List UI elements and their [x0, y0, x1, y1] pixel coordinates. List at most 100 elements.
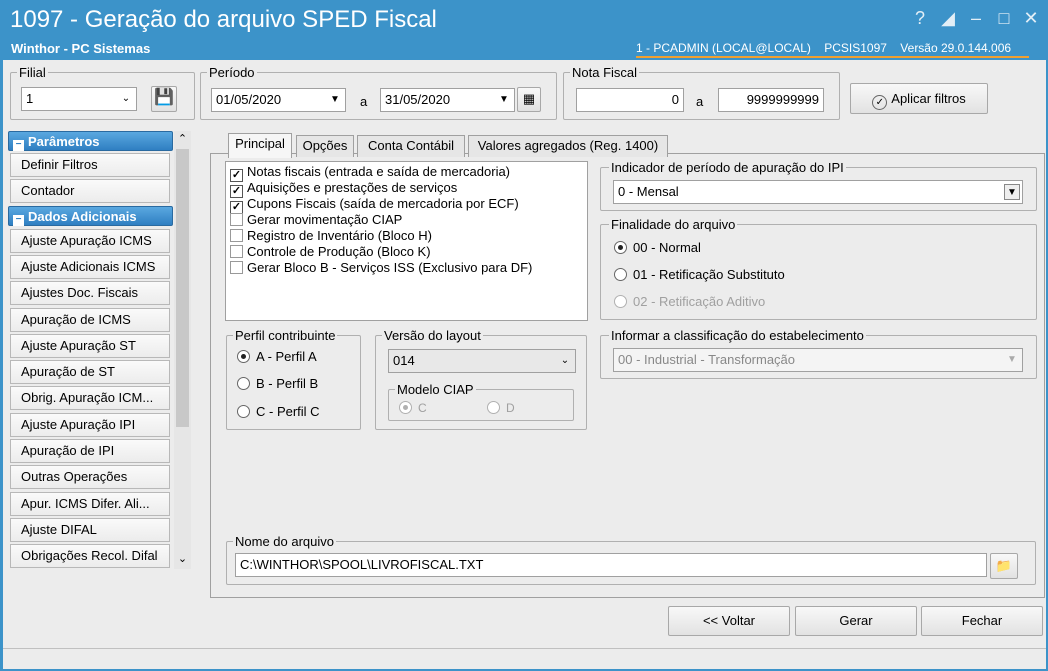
sidebar-item[interactable]: Apur. ICMS Difer. Ali...	[10, 492, 170, 516]
sidebar-item[interactable]: Outras Operações	[10, 465, 170, 489]
dropdown-arrow-icon[interactable]: ▼	[1004, 184, 1020, 200]
sidebar-item[interactable]: Ajuste DIFAL	[10, 518, 170, 542]
radio-selected-icon[interactable]	[237, 350, 250, 363]
checklist-item[interactable]: Gerar movimentação CIAP	[230, 212, 402, 228]
sidebar-section-label: Parâmetros	[28, 134, 100, 149]
status-bar	[3, 648, 1046, 669]
session-underline	[636, 56, 1030, 58]
close-icon[interactable]: ✕	[1021, 8, 1041, 28]
fechar-button[interactable]: Fechar	[921, 606, 1043, 636]
periodo-end-date[interactable]: 31/05/2020 ▼	[380, 88, 515, 112]
radio-icon[interactable]	[614, 268, 627, 281]
finalidade-option-retificacao-substituto[interactable]: 01 - Retificação Substituto	[614, 267, 785, 282]
radio-disabled-icon	[399, 401, 412, 414]
perfil-option-c[interactable]: C - Perfil C	[237, 404, 320, 419]
session-info: 1 - PCADMIN (LOCAL@LOCAL) PCSIS1097 Vers…	[636, 41, 1030, 58]
finalidade-option-retificacao-aditivo: 02 - Retificação Aditivo	[614, 294, 765, 309]
sidebar-item[interactable]: Obrig. Apuração ICM...	[10, 386, 170, 410]
classificacao-value: 00 - Industrial - Transformação	[618, 352, 796, 367]
checklist-item[interactable]: Controle de Produção (Bloco K)	[230, 244, 431, 260]
sidebar-item-definir-filtros[interactable]: Definir Filtros	[10, 153, 170, 177]
collapse-icon: −	[13, 140, 24, 151]
tab-principal[interactable]: Principal	[228, 133, 292, 158]
sidebar-item[interactable]: Apuração de ST	[10, 360, 170, 384]
scroll-down-icon[interactable]: ⌄	[174, 551, 191, 567]
radio-selected-icon[interactable]	[614, 241, 627, 254]
chevron-down-icon: ⌄	[560, 355, 570, 366]
scroll-thumb[interactable]	[176, 149, 189, 427]
sidebar-item[interactable]: Ajuste Apuração ICMS	[10, 229, 170, 253]
perfil-option-a[interactable]: A - Perfil A	[237, 349, 317, 364]
classificacao-select: 00 - Industrial - Transformação ▼	[613, 348, 1023, 372]
sidebar-section-label: Dados Adicionais	[28, 209, 137, 224]
check-circle-icon: ✓	[872, 95, 888, 110]
ipi-label: Indicador de período de apuração do IPI	[609, 160, 846, 175]
filial-value: 1	[26, 91, 34, 106]
filial-select[interactable]: 1 ⌄	[21, 87, 137, 111]
nota-start-input[interactable]: 0	[576, 88, 684, 112]
sidebar-item[interactable]: Ajuste Apuração IPI	[10, 413, 170, 437]
sidebar-item[interactable]: Apuração de IPI	[10, 439, 170, 463]
calendar-icon[interactable]: ▦	[517, 87, 541, 112]
checkbox-icon[interactable]	[230, 229, 243, 242]
save-icon[interactable]: 💾	[151, 86, 177, 112]
tab-opcoes[interactable]: Opções	[296, 135, 354, 157]
dropdown-arrow-icon[interactable]: ▼	[327, 92, 343, 108]
scroll-up-icon[interactable]: ⌃	[174, 131, 191, 147]
company-name: Winthor - PC Sistemas	[11, 41, 151, 56]
layout-select[interactable]: 014 ⌄	[388, 349, 576, 373]
maximize-icon[interactable]: □	[994, 8, 1014, 28]
checkbox-icon[interactable]	[230, 261, 243, 274]
radio-icon[interactable]	[237, 377, 250, 390]
sidebar-scrollbar[interactable]: ⌃ ⌄	[174, 131, 191, 569]
ipi-select[interactable]: 0 - Mensal ▼	[613, 180, 1023, 204]
sidebar-section-dados-adicionais[interactable]: − Dados Adicionais	[8, 206, 173, 226]
gerar-button[interactable]: Gerar	[795, 606, 917, 636]
sidebar-item[interactable]: Ajuste Apuração ST	[10, 334, 170, 358]
checkbox-icon[interactable]	[230, 245, 243, 258]
periodo-start-date[interactable]: 01/05/2020 ▼	[211, 88, 346, 112]
checklist-item[interactable]: ✓ Cupons Fiscais (saída de mercadoria por…	[230, 196, 519, 214]
sidebar-item-contador[interactable]: Contador	[10, 179, 170, 203]
perfil-option-b[interactable]: B - Perfil B	[237, 376, 318, 391]
checklist-item[interactable]: Gerar Bloco B - Serviços ISS (Exclusivo …	[230, 260, 532, 276]
sidebar-item[interactable]: Ajustes Doc. Fiscais	[10, 281, 170, 305]
nota-fiscal-label: Nota Fiscal	[570, 65, 640, 80]
nota-end-input[interactable]: 9999999999	[718, 88, 824, 112]
collapse-icon: −	[13, 215, 24, 226]
periodo-separator: a	[360, 94, 368, 109]
checklist-item[interactable]: ✓ Notas fiscais (entrada e saída de merca…	[230, 164, 510, 182]
sidebar-section-parametros[interactable]: − Parâmetros	[8, 131, 173, 151]
version-info: Versão 29.0.144.006	[900, 41, 1012, 55]
help-icon[interactable]: ?	[910, 8, 930, 28]
tab-valores-agregados[interactable]: Valores agregados (Reg. 1400)	[468, 135, 668, 157]
checklist-item[interactable]: Registro de Inventário (Bloco H)	[230, 228, 432, 244]
ciap-option-d: D	[487, 401, 515, 415]
folder-icon[interactable]: 📁	[990, 553, 1018, 579]
checkbox-icon[interactable]	[230, 213, 243, 226]
arquivo-label: Nome do arquivo	[233, 534, 336, 549]
finalidade-option-normal[interactable]: 00 - Normal	[614, 240, 701, 255]
dropdown-arrow-icon[interactable]: ▼	[496, 92, 512, 108]
user-info: 1 - PCADMIN (LOCAL@LOCAL)	[636, 41, 811, 55]
edit-icon[interactable]: ◢	[938, 8, 958, 28]
dropdown-arrow-icon: ▼	[1007, 354, 1017, 365]
routine-code: PCSIS1097	[824, 41, 887, 55]
bloco-checklist: ✓ Notas fiscais (entrada e saída de merca…	[225, 161, 588, 321]
window-title: 1097 - Geração do arquivo SPED Fiscal	[10, 6, 437, 33]
sidebar-item[interactable]: Obrigações Recol. Difal	[10, 544, 170, 568]
tab-conta-contabil[interactable]: Conta Contábil	[357, 135, 465, 157]
sidebar-item[interactable]: Ajuste Adicionais ICMS	[10, 255, 170, 279]
sidebar-item[interactable]: Apuração de ICMS	[10, 308, 170, 332]
filial-label: Filial	[17, 65, 48, 80]
radio-icon[interactable]	[237, 405, 250, 418]
apply-filters-button[interactable]: ✓ Aplicar filtros	[850, 83, 988, 114]
perfil-label: Perfil contribuinte	[233, 328, 338, 343]
voltar-button[interactable]: << Voltar	[668, 606, 790, 636]
layout-label: Versão do layout	[382, 328, 483, 343]
arquivo-input[interactable]: C:\WINTHOR\SPOOL\LIVROFISCAL.TXT	[235, 553, 987, 577]
radio-disabled-icon	[614, 295, 627, 308]
minimize-icon[interactable]: –	[966, 8, 986, 28]
app-window: 1097 - Geração do arquivo SPED Fiscal Wi…	[0, 0, 1048, 671]
checklist-item[interactable]: ✓ Aquisições e prestações de serviços	[230, 180, 457, 198]
